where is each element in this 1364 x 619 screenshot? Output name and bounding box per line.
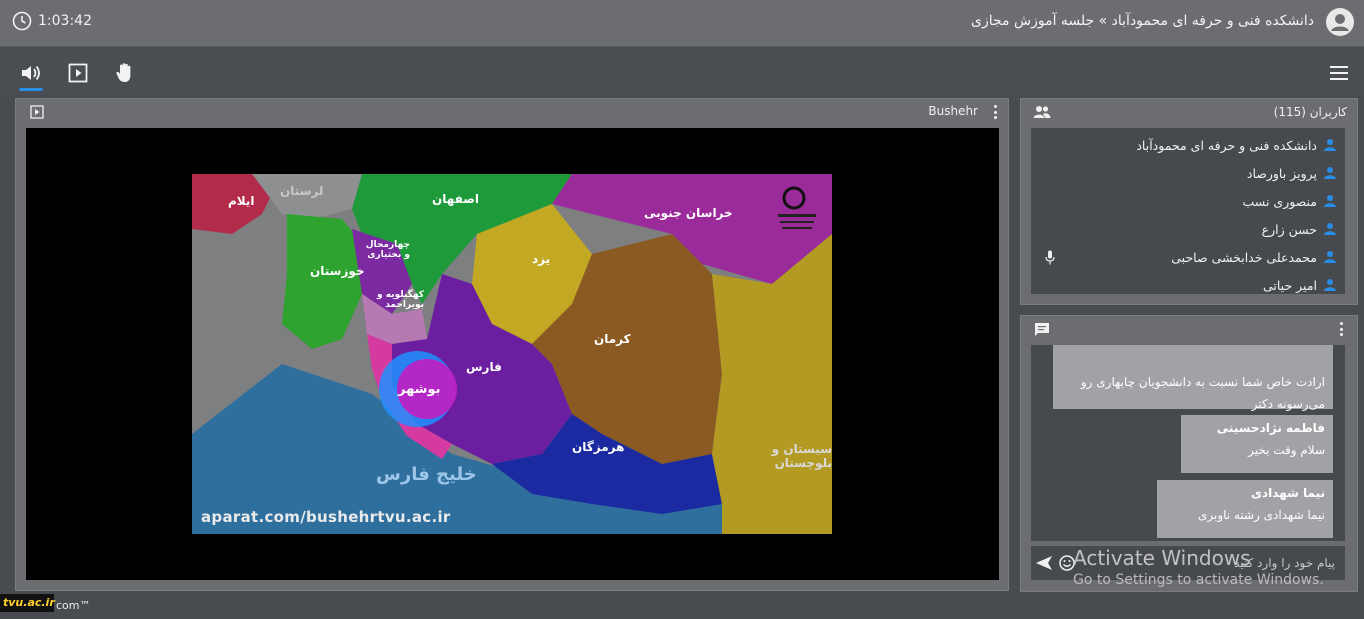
map-label-sistan: سیستان و بلوچستان <box>771 442 832 470</box>
chat-icon <box>1035 323 1049 336</box>
map-label-fars: فارس <box>466 360 502 374</box>
map-label-lorestan: لرستان <box>280 184 324 198</box>
chat-message: نیما شهدادی نیما شهدادی رشته ناوبری <box>1157 480 1333 538</box>
chat-text: ارادت خاص شما نسبت به دانشجویان چابهاری … <box>1080 375 1325 389</box>
chat-text: نیما شهدادی رشته ناوبری <box>1197 508 1325 522</box>
timer-text: 1:03:42 <box>38 13 92 29</box>
user-name: منصوری نسب <box>1242 193 1317 209</box>
map-label-yazd: یزد <box>532 252 551 266</box>
tvu-logo: tvu.ac.ir <box>0 594 55 612</box>
speaker-icon <box>22 65 40 81</box>
user-item[interactable]: حسن زارع <box>1262 219 1337 239</box>
meeting-title: دانشکده فنی و حرفه ای محمودآباد » جلسه آ… <box>971 13 1314 29</box>
chat-text: می‌رسونه دکتر <box>1251 397 1325 411</box>
chat-sender: فاطمه نژادحسینی <box>1216 421 1325 435</box>
person-icon <box>1324 195 1336 207</box>
user-name: امیر حیاتی <box>1262 277 1317 293</box>
map-label-chaharmahal: چهارمحال و بختیاری <box>365 240 410 260</box>
video-panel-header: Bushehr <box>16 99 1008 125</box>
raise-hand-button[interactable] <box>112 61 138 85</box>
video-stage: ایلام لرستان اصفهان خراسان جنوبی چهارمحا… <box>26 128 999 580</box>
user-item[interactable]: دانشکده فنی و حرفه ای محمودآباد <box>1136 135 1337 155</box>
user-name: پرویز باورصاد <box>1246 165 1317 181</box>
chat-sender <box>1061 349 1325 363</box>
person-icon <box>1324 167 1336 179</box>
hamburger-menu-icon <box>1330 66 1348 80</box>
users-title: کاربران (115) <box>1273 105 1347 119</box>
activate-windows-title: Activate Windows <box>1073 546 1251 570</box>
users-list: دانشکده فنی و حرفه ای محمودآباد پرویز با… <box>1031 128 1345 294</box>
video-options-icon[interactable] <box>994 105 998 119</box>
user-item[interactable]: امیر حیاتی <box>1263 275 1337 295</box>
clock-icon <box>12 11 32 31</box>
chat-sender: نیما شهدادی <box>1250 486 1325 500</box>
chat-messages: ارادت خاص شما نسبت به دانشجویان چابهاری … <box>1031 345 1345 541</box>
chat-panel-header <box>1021 316 1357 342</box>
users-panel-header: کاربران (115) <box>1021 99 1357 125</box>
users-panel: کاربران (115) دانشکده فنی و حرفه ای محمو… <box>1020 98 1358 305</box>
tvu-logo-text: tvu.ac.ir <box>3 596 55 609</box>
session-timer: 1:03:42 <box>12 11 92 31</box>
user-item[interactable]: محمدعلی خدابخشی صاحبی <box>1171 247 1337 267</box>
map-label-south-khorasan: خراسان جنوبی <box>644 206 733 220</box>
map-label-ilam: ایلام <box>228 194 255 208</box>
map-label-khuzestan: خوزستان <box>310 264 365 278</box>
person-icon <box>1324 223 1336 235</box>
toolbar <box>0 47 1364 95</box>
account-icon[interactable] <box>1326 8 1354 36</box>
map-label-isfahan: اصفهان <box>432 192 480 206</box>
user-name: دانشکده فنی و حرفه ای محمودآباد <box>1136 137 1317 153</box>
video-panel: Bushehr ایلام لرستان اصفهان خراسان جنوبی… <box>15 98 1009 591</box>
person-icon <box>1324 279 1336 291</box>
video-frame: ایلام لرستان اصفهان خراسان جنوبی چهارمحا… <box>192 174 832 534</box>
users-group-icon <box>1033 106 1051 118</box>
send-icon[interactable] <box>1035 555 1053 571</box>
user-item[interactable]: پرویز باورصاد <box>1247 163 1337 183</box>
user-name: حسن زارع <box>1261 221 1317 237</box>
footer-brand: com™ <box>56 599 91 612</box>
user-item[interactable]: منصوری نسب <box>1243 191 1337 211</box>
map-label-kerman: کرمان <box>594 332 631 346</box>
map-label-hormozgan: هرمزگان <box>572 440 625 454</box>
video-title: Bushehr <box>928 104 978 118</box>
screen-share-icon <box>68 63 88 83</box>
chat-message: ارادت خاص شما نسبت به دانشجویان چابهاری … <box>1053 345 1333 411</box>
chat-message: فاطمه نژادحسینی سلام وقت بخیر <box>1181 415 1333 473</box>
person-icon <box>1324 251 1336 263</box>
activate-windows-subtitle: Go to Settings to activate Windows. <box>1073 572 1324 588</box>
chat-text: سلام وقت بخیر <box>1248 443 1325 457</box>
microphone-icon <box>1045 250 1055 265</box>
iran-map-image <box>192 174 832 534</box>
map-label-persian-gulf: خلیج فارس <box>376 464 477 485</box>
top-bar: 1:03:42 دانشکده فنی و حرفه ای محمودآباد … <box>0 0 1364 47</box>
hand-icon <box>116 63 131 82</box>
audio-button[interactable] <box>18 61 44 91</box>
person-icon <box>1324 139 1336 151</box>
minimize-video-icon[interactable] <box>30 105 44 119</box>
map-label-bushehr: بوشهر <box>398 382 441 397</box>
hamburger-menu-button[interactable] <box>1328 65 1350 81</box>
chat-options-icon[interactable] <box>1340 322 1344 336</box>
map-label-kohgiluyeh: کهگیلویه و بویراحمد <box>377 290 424 310</box>
present-button[interactable] <box>65 61 91 85</box>
video-url-overlay: aparat.com/bushehrtvu.ac.ir <box>201 508 451 526</box>
user-name: محمدعلی خدابخشی صاحبی <box>1171 249 1317 265</box>
